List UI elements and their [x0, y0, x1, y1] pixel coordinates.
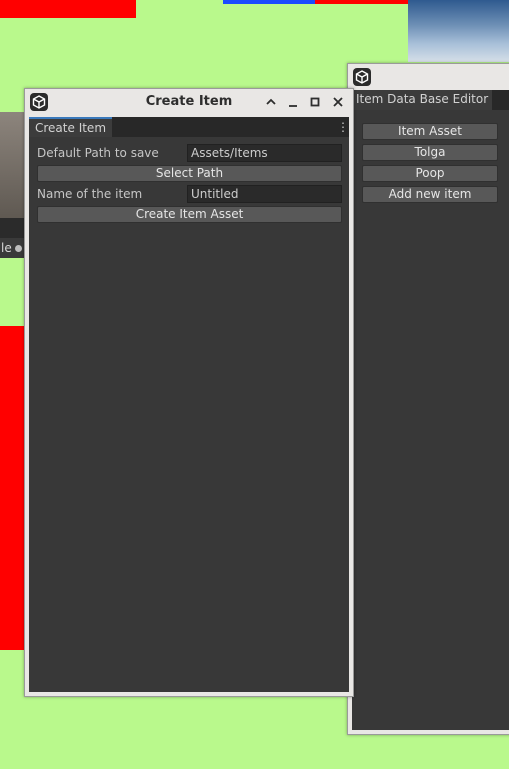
- radio-dot-icon: [14, 245, 22, 252]
- background-partial-label: le: [1, 241, 12, 255]
- item-name-field[interactable]: Untitled: [187, 185, 342, 203]
- item-asset-button[interactable]: Item Asset: [362, 123, 498, 140]
- item-database-editor-window: Item Data Base Editor Item Asset Tolga P…: [347, 63, 509, 735]
- kebab-menu-icon[interactable]: ⋮: [337, 119, 349, 135]
- create-item-asset-button[interactable]: Create Item Asset: [37, 206, 342, 223]
- poop-item-button[interactable]: Poop: [362, 165, 498, 182]
- create-item-panel: Create Item ⋮ Default Path to save Asset…: [29, 117, 349, 692]
- select-path-button[interactable]: Select Path: [37, 165, 342, 182]
- unity-logo-icon: [353, 68, 371, 86]
- db-panel: Item Data Base Editor Item Asset Tolga P…: [352, 90, 509, 730]
- sky-preview: [408, 0, 509, 62]
- create-item-window: Create Item Create Item ⋮ Default Path t…: [24, 88, 354, 697]
- db-tabbar: Item Data Base Editor: [352, 90, 509, 110]
- maximize-icon[interactable]: [306, 92, 324, 112]
- background-label-strip: le: [0, 238, 26, 258]
- create-item-tabbar: Create Item ⋮: [29, 117, 349, 137]
- window-title: Create Item: [145, 94, 233, 109]
- default-path-label: Default Path to save: [37, 146, 159, 160]
- tolga-item-button[interactable]: Tolga: [362, 144, 498, 161]
- close-icon[interactable]: [329, 92, 347, 112]
- create-item-titlebar[interactable]: Create Item: [25, 89, 353, 115]
- db-titlebar[interactable]: [348, 64, 509, 90]
- blue-stripe: [223, 0, 315, 4]
- default-path-field[interactable]: Assets/Items: [187, 144, 342, 162]
- tab-create-item[interactable]: Create Item: [29, 117, 113, 137]
- background-toolbar: [0, 218, 26, 238]
- background-image-preview: [0, 112, 26, 218]
- red-stripe: [315, 0, 408, 4]
- add-new-item-button[interactable]: Add new item: [362, 186, 498, 203]
- tab-item-database-editor[interactable]: Item Data Base Editor: [352, 90, 493, 110]
- item-name-label: Name of the item: [37, 187, 143, 201]
- chevron-up-icon[interactable]: [262, 92, 280, 112]
- red-background-block: [0, 0, 136, 18]
- red-side-block: [0, 326, 26, 650]
- minimize-icon[interactable]: [284, 92, 302, 112]
